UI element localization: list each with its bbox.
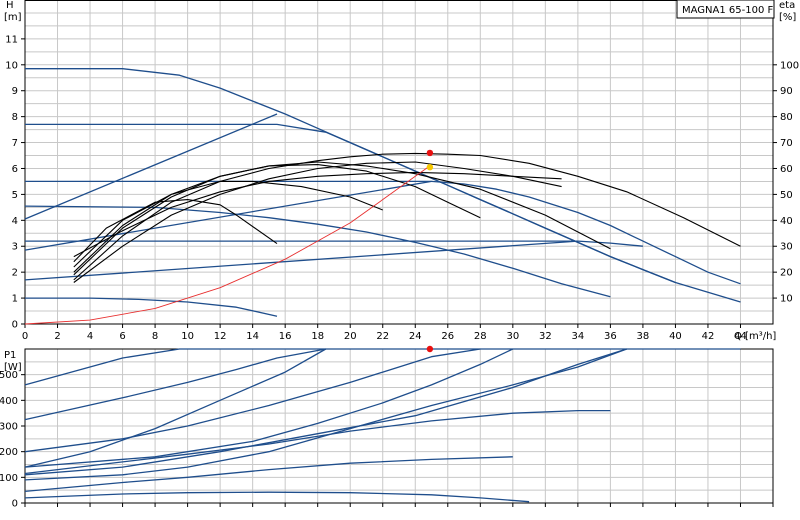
eta-tick-label: 70 [780, 138, 793, 149]
eta-tick-label: 90 [780, 86, 793, 97]
eta-tick-label: 80 [780, 112, 793, 123]
eta-axis-unit: [%] [779, 12, 796, 23]
flow-tick-label: 16 [279, 331, 292, 342]
eta-tick-label: 10 [780, 294, 793, 305]
head-tick-label: 1 [12, 294, 18, 305]
head-tick-label: 7 [12, 138, 18, 149]
flow-tick-label: 8 [152, 331, 158, 342]
head-curve-5 [25, 297, 278, 317]
head-axis-unit: [m] [4, 12, 22, 23]
duty-point-dutyRed [426, 149, 434, 157]
head-tick-label: 10 [5, 60, 18, 71]
power-tick-label: 400 [0, 396, 18, 407]
power-chart: 0100200300400500 [0, 345, 774, 510]
eta-tick-label: 40 [780, 216, 793, 227]
head-efficiency-chart: 012345678910111020304050607080901000 2 4 6 8… [5, 0, 799, 342]
flow-tick-label: 22 [376, 331, 389, 342]
power-axis-title: P1 [4, 350, 16, 361]
flow-tick-label: 30 [506, 331, 519, 342]
power-tick-label: 0 [12, 499, 18, 510]
head-tick-label: 0 [12, 320, 18, 331]
flow-tick-label: 0 [22, 331, 28, 342]
eta-tick-label: 20 [780, 268, 793, 279]
eta-tick-label: 30 [780, 242, 793, 253]
head-tick-label: 6 [12, 164, 18, 175]
flow-tick-label: 10 [181, 331, 194, 342]
duty-point-dutyYellow [426, 163, 434, 171]
eta-tick-label: 60 [780, 164, 793, 175]
top-right-axis-title: eta [%] [779, 0, 796, 23]
power-tick-label: 300 [0, 422, 18, 433]
power-tick-label: 200 [0, 447, 18, 458]
power-curve-2 [24, 348, 327, 468]
pump-curve-charts: 012345678910111020304050607080901000 2 4 6 8… [0, 0, 799, 510]
flow-axis-label: Q [m³/h] [734, 331, 776, 342]
head-axis-title: H [6, 0, 14, 11]
flow-tick-label: 40 [669, 331, 682, 342]
flow-tick-label: 20 [344, 331, 357, 342]
flow-tick-label: 42 [702, 331, 715, 342]
eta-tick-label: 50 [780, 190, 793, 201]
head-tick-label: 4 [12, 216, 18, 227]
head-tick-label: 3 [12, 242, 18, 253]
head-tick-label: 2 [12, 268, 18, 279]
bottom-axis-title: P1 [W] [4, 350, 22, 373]
power-curve-8 [24, 456, 513, 493]
system-curve [24, 165, 431, 325]
power-curve-1 [24, 348, 326, 421]
flow-tick-label: 38 [637, 331, 650, 342]
head-tick-label: 9 [12, 86, 18, 97]
model-label-box: MAGNA1 65-100 F [676, 0, 775, 19]
flow-tick-label: 2 [54, 331, 60, 342]
power-axis-unit: [W] [4, 362, 22, 373]
eta-tick-label: 100 [780, 60, 799, 71]
flow-tick-label: 4 [87, 331, 93, 342]
flow-tick-label: 36 [604, 331, 617, 342]
eta-axis-title: eta [779, 0, 795, 11]
head-tick-label: 11 [5, 34, 18, 45]
flow-tick-label: 18 [311, 331, 324, 342]
flow-tick-label: 34 [572, 331, 585, 342]
flow-tick-label: 24 [409, 331, 422, 342]
flow-tick-label: 12 [214, 331, 227, 342]
head-tick-label: 8 [12, 112, 18, 123]
power-curve-9 [24, 491, 530, 503]
flow-tick-label: 28 [474, 331, 487, 342]
flow-tick-label: 14 [246, 331, 259, 342]
power-tick-label: 100 [0, 473, 18, 484]
duty-point-power [426, 345, 434, 353]
head-tick-label: 5 [12, 190, 18, 201]
top-left-axis-title: H [m] [4, 0, 22, 23]
flow-tick-label: 32 [539, 331, 552, 342]
flow-tick-label: 26 [441, 331, 454, 342]
head-curve-8 [24, 240, 578, 281]
model-label: MAGNA1 65-100 F [682, 5, 774, 16]
flow-tick-label: 6 [119, 331, 125, 342]
